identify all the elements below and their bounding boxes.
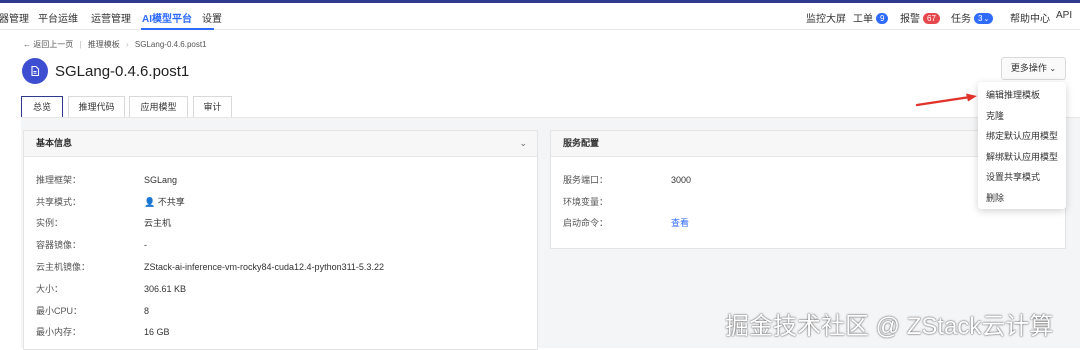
- service-config-title: 服务配置: [563, 138, 600, 148]
- monitor-screen-link[interactable]: 监控大屏: [806, 10, 846, 25]
- basic-info-title: 基本信息: [36, 138, 73, 148]
- more-actions-menu: 编辑推理模板 克隆 绑定默认应用模型 解绑默认应用模型 设置共享模式 删除: [978, 82, 1066, 209]
- more-actions-button[interactable]: 更多操作 ⌄: [1001, 57, 1066, 80]
- chevron-right-icon: ›: [126, 40, 129, 49]
- nav-item-platform-ops[interactable]: 平台运维: [38, 10, 78, 25]
- config-row-start-command: 启动命令： 查看: [563, 216, 689, 229]
- tasks-count-badge: 3⌄: [974, 13, 994, 24]
- size-label: 大小：: [36, 284, 64, 294]
- menu-item-edit-template[interactable]: 编辑推理模板: [986, 88, 1040, 101]
- breadcrumb-separator: |: [79, 40, 82, 49]
- nav-item-server-management[interactable]: 器管理: [0, 10, 29, 25]
- page-title: SGLang-0.4.6.post1: [55, 63, 190, 80]
- framework-value: SGLang: [144, 175, 178, 185]
- info-row-min-memory: 最小内存： 16 GB: [36, 325, 170, 338]
- info-row-container-image: 容器镜像： -: [36, 238, 147, 251]
- chevron-down-icon[interactable]: ⌄: [519, 131, 527, 156]
- api-link[interactable]: API: [1056, 10, 1072, 21]
- nav-item-operations[interactable]: 运营管理: [91, 10, 131, 25]
- info-row-share-mode: 共享模式： 👤 不共享: [36, 195, 185, 208]
- menu-item-unbind-default-model[interactable]: 解绑默认应用模型: [986, 150, 1058, 163]
- info-row-size: 大小： 306.61 KB: [36, 282, 186, 295]
- alerts-label: 报警: [900, 14, 920, 25]
- view-start-command-link[interactable]: 查看: [671, 218, 689, 228]
- help-center-link[interactable]: 帮助中心: [1010, 10, 1050, 25]
- info-row-framework: 推理框架： SGLang: [36, 173, 177, 186]
- port-value: 3000: [671, 175, 692, 185]
- tasks-label: 任务: [951, 14, 971, 25]
- tickets-label: 工单: [853, 14, 873, 25]
- template-icon: [22, 58, 48, 84]
- breadcrumb-current: SGLang-0.4.6.post1: [134, 40, 207, 49]
- basic-info-header[interactable]: 基本信息 ⌄: [24, 131, 537, 157]
- nav-item-ai-model-platform[interactable]: AI模型平台: [142, 10, 192, 25]
- menu-item-delete[interactable]: 删除: [986, 191, 1004, 204]
- tasks-link[interactable]: 任务 3⌄: [951, 10, 994, 25]
- instance-value: 云主机: [144, 218, 172, 228]
- document-icon: [31, 65, 40, 77]
- tab-overview[interactable]: 总览: [21, 96, 63, 117]
- red-arrow-annotation: [915, 93, 977, 107]
- user-icon: 👤: [144, 197, 156, 207]
- share-mode-label: 共享模式：: [36, 197, 82, 207]
- breadcrumb-parent[interactable]: 推理模板: [88, 40, 120, 49]
- watermark-text: 掘金技术社区 @ ZStack云计算: [725, 313, 1054, 340]
- menu-item-set-share-mode[interactable]: 设置共享模式: [986, 170, 1040, 183]
- container-image-label: 容器镜像：: [36, 240, 82, 250]
- tab-application-models[interactable]: 应用模型: [129, 96, 188, 117]
- menu-item-clone[interactable]: 克隆: [986, 109, 1004, 122]
- info-row-min-cpu: 最小CPU： 8: [36, 304, 149, 317]
- top-navigation: 器管理 平台运维 运营管理 AI模型平台 设置 监控大屏 工单 9 报警 67 任务…: [0, 3, 1080, 30]
- chevron-down-icon: ⌄: [1049, 64, 1057, 73]
- menu-item-bind-default-model[interactable]: 绑定默认应用模型: [986, 129, 1058, 142]
- min-cpu-value: 8: [144, 306, 150, 316]
- config-row-env-vars: 环境变量：: [563, 195, 671, 208]
- alerts-count-badge: 67: [923, 13, 940, 24]
- nav-item-settings[interactable]: 设置: [202, 10, 222, 25]
- tab-audit[interactable]: 审计: [193, 96, 232, 117]
- chevron-down-icon: ⌄: [983, 16, 990, 23]
- container-image-value: -: [144, 240, 147, 250]
- info-row-vm-image: 云主机镜像： ZStack-ai-inference-vm-rocky84-cud…: [36, 260, 384, 273]
- env-vars-label: 环境变量：: [563, 197, 609, 207]
- vm-image-label: 云主机镜像：: [36, 262, 91, 272]
- nav-active-indicator: [141, 28, 214, 30]
- basic-info-panel: 基本信息 ⌄ 推理框架： SGLang 共享模式： 👤 不共享 实例： 云主机 容器镜…: [23, 130, 538, 350]
- min-memory-label: 最小内存：: [36, 327, 82, 337]
- framework-label: 推理框架：: [36, 175, 82, 185]
- vm-image-value: ZStack-ai-inference-vm-rocky84-cuda12.4-…: [144, 262, 384, 272]
- tab-inference-code[interactable]: 推理代码: [68, 96, 125, 117]
- instance-label: 实例：: [36, 218, 64, 228]
- tasks-count: 3: [978, 14, 983, 23]
- size-value: 306.61 KB: [144, 284, 187, 294]
- config-row-port: 服务端口： 3000: [563, 173, 691, 186]
- tickets-count-badge: 9: [876, 13, 889, 24]
- min-memory-value: 16 GB: [144, 327, 170, 337]
- tickets-link[interactable]: 工单 9: [853, 10, 889, 25]
- breadcrumb-back[interactable]: 返回上一页: [33, 40, 73, 49]
- min-cpu-label: 最小CPU：: [36, 306, 83, 316]
- back-arrow-icon[interactable]: ←: [23, 40, 31, 49]
- share-mode-value: 不共享: [157, 197, 185, 207]
- breadcrumb: ← 返回上一页 | 推理模板 › SGLang-0.4.6.post1: [23, 39, 207, 50]
- port-label: 服务端口：: [563, 175, 609, 185]
- alerts-link[interactable]: 报警 67: [900, 10, 940, 25]
- info-row-instance: 实例： 云主机: [36, 216, 171, 229]
- start-command-label: 启动命令：: [563, 218, 609, 228]
- more-actions-label: 更多操作: [1010, 63, 1047, 73]
